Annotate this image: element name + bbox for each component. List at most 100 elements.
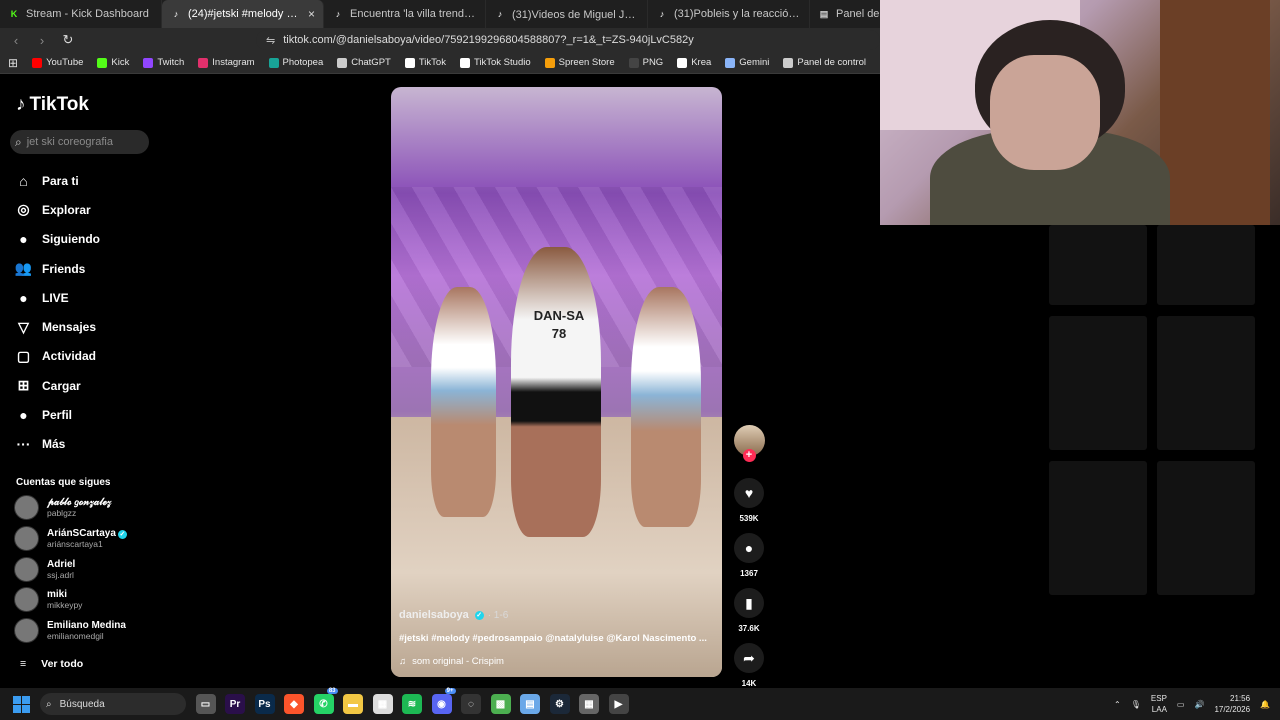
account-name: miki (47, 589, 68, 601)
account-name: 𝓅𝒶𝒷𝓁ℴ 𝑔ℴ𝓃𝓏𝒶𝓁ℯ𝓏 (47, 497, 112, 508)
video-description[interactable]: #jetski #melody #pedrosampaio @natalylui… (399, 633, 719, 644)
chevron-up-icon[interactable]: ⌃ (1114, 700, 1121, 709)
sidebar-item-perfil[interactable]: ● Perfil (14, 400, 100, 429)
taskbar-app-obs[interactable]: ◌ (461, 694, 481, 714)
video-author[interactable]: danielsaboya ✓ · 1-6 (399, 609, 719, 621)
followed-account[interactable]: AriánSCartaya ✓ ariánscartaya1 (14, 525, 127, 551)
reload-icon[interactable]: ↻ (58, 32, 78, 48)
dancer-left (431, 287, 496, 517)
taskbar-app-steam[interactable]: ⚙ (549, 694, 570, 714)
taskbar-app-media-player[interactable]: ▶ (608, 694, 629, 714)
search-input[interactable]: ⌕ jet ski coreografia (10, 130, 149, 154)
browser-tab[interactable]: K Stream - Kick Dashboard (0, 0, 162, 28)
taskbar-app-photoshop[interactable]: Ps (254, 694, 275, 714)
share-count: 14K (741, 679, 757, 688)
sidebar-item-cargar[interactable]: ⊞ Cargar (14, 371, 100, 400)
apps-grid-icon[interactable]: ⊞ (8, 56, 18, 70)
close-tab-icon[interactable]: × (308, 7, 315, 21)
file-explorer-icon: ▬ (348, 698, 358, 710)
bookmark-item[interactable]: Panel de control (783, 57, 866, 68)
sidebar-item-live[interactable]: ● LIVE (14, 283, 100, 312)
share-button[interactable]: ➦ (734, 643, 764, 673)
video-sound[interactable]: ♫ som original - Crispim (399, 656, 719, 667)
browser-tab[interactable]: ♪ (31)Pobleis y la reacción de Robleis (648, 0, 810, 28)
music-note-icon: ♫ (399, 656, 407, 667)
compass-icon: ◎ (17, 201, 30, 218)
more-icon: ··· (16, 436, 31, 453)
follow-plus-icon[interactable]: + (742, 449, 756, 462)
comment-button[interactable]: ● (734, 533, 764, 563)
notification-bell-icon[interactable]: 🔔 (1260, 700, 1270, 709)
tab-favicon-icon: ♪ (659, 9, 665, 19)
address-bar[interactable]: ⇋ tiktok.com/@danielsaboya/video/7592199… (256, 30, 880, 50)
bookmark-label: ChatGPT (351, 57, 391, 68)
network-icon[interactable]: ▭ (1177, 700, 1185, 709)
comment-count: 1367 (740, 569, 758, 578)
bookmark-item[interactable]: Krea (677, 57, 711, 68)
sidebar-item-más[interactable]: ··· Más (14, 430, 100, 459)
taskbar-app-discord[interactable]: ◉ 9+ (431, 688, 456, 714)
taskbar-app-notepad[interactable]: ▤ (520, 694, 540, 714)
taskbar-app-store[interactable]: ▦ (372, 694, 393, 714)
forward-icon[interactable]: › (32, 33, 52, 48)
like-button[interactable]: ♥ (734, 478, 764, 508)
bookmark-item[interactable]: Twitch (143, 57, 184, 68)
bookmark-item[interactable]: Gemini (725, 57, 769, 68)
sidebar-item-siguiendo[interactable]: ● Siguiendo (14, 225, 100, 254)
taskbar-app-brave[interactable]: ◆ (284, 694, 304, 714)
followed-account[interactable]: Adriel ssj.adrl (14, 556, 75, 582)
see-all-label: Ver todo (41, 658, 84, 670)
sidebar-item-friends[interactable]: 👥 Friends (14, 254, 100, 283)
bookmark-label: Photopea (282, 57, 324, 68)
bookmark-item[interactable]: TikTok Studio (459, 57, 531, 68)
see-all-link[interactable]: ≡ Ver todo (20, 658, 83, 670)
site-info-icon[interactable]: ⇋ (266, 34, 275, 47)
taskbar-app-calculator[interactable]: ▦ (579, 694, 599, 714)
bookmark-item[interactable]: Kick (97, 57, 129, 68)
profile-icon: ● (19, 407, 28, 424)
taskbar-search[interactable]: ⌕ Búsqueda (40, 693, 186, 715)
bookmark-item[interactable]: Spreen Store (544, 57, 615, 68)
browser-tab[interactable]: ♪ (31)Videos de Miguel Jara 29 👀 🔮 (486, 0, 648, 28)
followed-account[interactable]: miki mikkeypy (14, 587, 82, 613)
bookmark-label: Spreen Store (558, 57, 615, 68)
sidebar-item-label: Cargar (42, 378, 81, 393)
taskbar-app-task-view[interactable]: ▭ (195, 694, 216, 714)
tab-title: (31)Pobleis y la reacción de Robleis (674, 8, 801, 20)
bookmark-item[interactable]: Instagram (198, 57, 255, 68)
bookmark-item[interactable]: TikTok (404, 57, 446, 68)
grid-tile (1157, 316, 1255, 450)
sidebar-item-label: Explorar (42, 202, 91, 217)
sidebar-item-actividad[interactable]: ▢ Actividad (14, 342, 100, 371)
windows-start-button[interactable] (13, 695, 30, 713)
lang-layout: LAA (1151, 705, 1167, 714)
browser-tab[interactable]: ♪ (24)#jetski #melody #pedrosampaio × (162, 0, 324, 28)
bookmark-item[interactable]: ChatGPT (337, 57, 391, 68)
bookmark-item[interactable]: YouTube (32, 57, 83, 68)
bookmark-item[interactable]: PNG (628, 57, 663, 68)
taskbar-app-premiere[interactable]: Pr (225, 694, 245, 714)
creator-avatar[interactable]: + (733, 425, 765, 462)
sidebar-item-mensajes[interactable]: ▽ Mensajes (14, 312, 100, 341)
clock[interactable]: 21:56 17/2/2026 (1214, 693, 1250, 715)
save-button[interactable]: ▮ (734, 588, 764, 618)
followed-account[interactable]: Emiliano Medina emilianomedgil (14, 618, 126, 644)
taskbar-app-spotify[interactable]: ≋ (402, 694, 422, 714)
video-player[interactable]: DAN-SA 78 danielsaboya ✓ · 1-6 #jetski #… (391, 87, 722, 677)
sidebar-item-para-ti[interactable]: ⌂ Para ti (14, 166, 100, 195)
taskbar-app-whatsapp[interactable]: ✆ 83 (313, 688, 338, 714)
sidebar-item-explorar[interactable]: ◎ Explorar (14, 195, 100, 224)
bookmark-label: Twitch (157, 57, 185, 68)
microphone-icon[interactable]: 🎙 (1131, 700, 1141, 709)
taskbar-app-minecraft[interactable]: ▩ (490, 694, 511, 714)
volume-icon[interactable]: 🔊 (1194, 700, 1204, 709)
bookmark-item[interactable]: Photopea (268, 57, 324, 68)
back-icon[interactable]: ‹ (6, 33, 26, 48)
sidebar-item-label: Friends (42, 261, 86, 276)
search-placeholder: jet ski coreografia (26, 136, 113, 148)
language-indicator[interactable]: ESP LAA (1151, 693, 1167, 715)
followed-account[interactable]: 𝓅𝒶𝒷𝓁ℴ 𝑔ℴ𝓃𝓏𝒶𝓁ℯ𝓏 pablgzz (14, 495, 111, 520)
browser-tab[interactable]: ♪ Encuentra 'la villa trend' en TikTok | … (324, 0, 486, 28)
tiktok-logo[interactable]: ♪ TikTok (16, 94, 89, 116)
taskbar-app-file-explorer[interactable]: ▬ (343, 694, 363, 714)
